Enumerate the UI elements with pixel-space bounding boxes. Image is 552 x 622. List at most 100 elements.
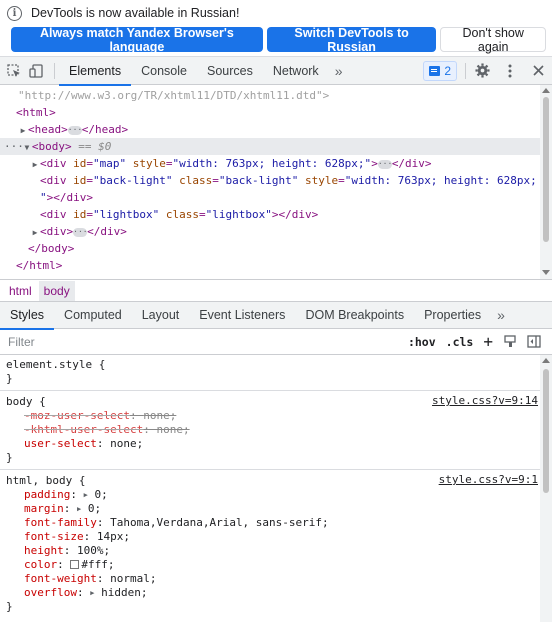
expand-shorthand-icon[interactable]: ▶ xyxy=(77,505,81,513)
rule-body: body { style.css?v=9:14 -moz-user-select… xyxy=(0,391,552,470)
rule-selector[interactable]: element.style { xyxy=(6,358,552,372)
dont-show-again-button[interactable]: Don't show again xyxy=(440,26,546,54)
sidebar-tabbar: Styles Computed Layout Event Listeners D… xyxy=(0,301,552,330)
attr-value: "map" xyxy=(93,157,127,170)
css-property[interactable]: height: 100%; xyxy=(6,544,552,558)
rule-source-link[interactable]: style.css?v=9:14 xyxy=(432,394,538,407)
prop-value: none; xyxy=(156,423,190,436)
attr-value: "width: 763px; height: 628px; xyxy=(344,174,537,187)
attr-value: "lightbox" xyxy=(93,208,160,221)
tree-div-line[interactable]: ▶ <div>···</div> xyxy=(0,223,552,240)
new-style-rule-button[interactable]: + xyxy=(478,332,498,351)
expand-shorthand-icon[interactable]: ▶ xyxy=(90,589,94,597)
body-tag: <body> xyxy=(31,140,72,153)
css-property[interactable]: font-family: Tahoma,Verdana,Arial, sans-… xyxy=(6,516,552,530)
attr-value: "back-light" xyxy=(218,174,299,187)
hover-state-toggle[interactable]: :hov xyxy=(403,335,441,349)
expand-triangle-icon[interactable]: ▶ xyxy=(30,156,40,173)
match-browser-language-button[interactable]: Always match Yandex Browser's language xyxy=(11,26,263,54)
rule-html-body: html, body { style.css?v=9:1 padding: ▶ … xyxy=(0,470,552,618)
prop-value: none; xyxy=(110,437,144,450)
filter-input[interactable]: Filter xyxy=(8,335,403,349)
dom-tree: "http://www.w3.org/TR/xhtml11/DTD/xhtml1… xyxy=(0,85,552,279)
tab-sources[interactable]: Sources xyxy=(197,57,263,85)
class-toggle[interactable]: .cls xyxy=(441,335,479,349)
css-property[interactable]: padding: ▶ 0; xyxy=(6,488,552,502)
styles-scrollbar[interactable] xyxy=(540,355,552,622)
tab-elements[interactable]: Elements xyxy=(59,57,132,86)
div-close-tag: </div> xyxy=(391,157,432,170)
tab-layout[interactable]: Layout xyxy=(132,301,190,329)
prop-value: 100%; xyxy=(77,544,111,557)
tab-console[interactable]: Console xyxy=(131,57,197,85)
tree-html-close-line[interactable]: </html> xyxy=(0,257,552,274)
main-toolbar: Elements Console Sources Network » 2 xyxy=(0,57,552,86)
doctype-text: "http://www.w3.org/TR/xhtml11/DTD/xhtml1… xyxy=(18,89,330,102)
tab-computed[interactable]: Computed xyxy=(54,301,132,329)
more-tabs-button[interactable]: » xyxy=(329,63,349,79)
tree-div-backlight-close[interactable]: "></div> xyxy=(0,189,552,206)
tab-styles[interactable]: Styles xyxy=(0,301,55,330)
tab-dom-breakpoints[interactable]: DOM Breakpoints xyxy=(295,301,414,329)
breadcrumb-html[interactable]: html xyxy=(4,281,37,301)
toolbar-divider xyxy=(465,62,466,79)
expand-triangle-icon[interactable]: ▶ xyxy=(18,122,28,139)
css-property[interactable]: overflow: ▶ hidden; xyxy=(6,586,552,600)
tree-doctype-line[interactable]: "http://www.w3.org/TR/xhtml11/DTD/xhtml1… xyxy=(0,87,552,104)
more-options-icon[interactable] xyxy=(496,57,524,85)
infobar-message: DevTools is now available in Russian! xyxy=(31,6,240,20)
css-property[interactable]: user-select: none; xyxy=(6,437,552,451)
collapse-triangle-icon[interactable]: ▼ xyxy=(22,139,32,156)
dom-tree-scrollbar[interactable] xyxy=(540,85,552,279)
color-swatch[interactable] xyxy=(70,560,80,569)
tree-html-line[interactable]: <html> xyxy=(0,104,552,121)
tree-div-backlight-line[interactable]: <div id="back-light" class="back-light" … xyxy=(0,172,552,189)
div-close-tag: </div> xyxy=(87,225,127,238)
head-close-tag: </head> xyxy=(81,123,129,136)
attr-value: "lightbox" xyxy=(205,208,272,221)
settings-gear-icon[interactable] xyxy=(468,57,496,85)
ellipsis-icon[interactable]: ··· xyxy=(73,227,88,237)
ellipsis-icon[interactable]: ··· xyxy=(377,159,392,169)
scrollbar-thumb[interactable] xyxy=(543,369,549,493)
expand-triangle-icon[interactable]: ▶ xyxy=(30,224,40,241)
tree-div-lightbox-line[interactable]: <div id="lightbox" class="lightbox"></di… xyxy=(0,206,552,223)
css-property[interactable]: color: #fff; xyxy=(6,558,552,572)
css-property[interactable]: font-weight: normal; xyxy=(6,572,552,586)
more-sidebar-tabs-button[interactable]: » xyxy=(491,307,511,323)
prop-value: hidden; xyxy=(101,586,148,599)
rule-element-style: element.style { } xyxy=(0,355,552,391)
device-toolbar-icon[interactable] xyxy=(22,57,50,85)
tab-event-listeners[interactable]: Event Listeners xyxy=(189,301,295,329)
ellipsis-icon[interactable]: ··· xyxy=(67,125,82,135)
toggle-sidebar-icon[interactable] xyxy=(522,330,546,354)
breadcrumb-body[interactable]: body xyxy=(38,280,75,301)
rule-close-brace: } xyxy=(6,372,13,385)
rule-source-link[interactable]: style.css?v=9:1 xyxy=(439,473,538,486)
rule-close-brace: } xyxy=(6,600,13,613)
style-rules-pane: element.style { } body { style.css?v=9:1… xyxy=(0,355,552,622)
css-property[interactable]: margin: ▶ 0; xyxy=(6,502,552,516)
attr-name: id xyxy=(73,157,87,170)
tree-body-line[interactable]: ···▼ <body> == $0 xyxy=(0,138,552,155)
attr-value: "back-light" xyxy=(93,174,173,187)
switch-to-russian-button[interactable]: Switch DevTools to Russian xyxy=(266,26,437,54)
paint-brush-icon[interactable] xyxy=(498,330,522,354)
css-property[interactable]: -moz-user-select: none; xyxy=(6,409,552,423)
prop-name: padding xyxy=(24,488,71,501)
tree-head-line[interactable]: ▶ <head>···</head> xyxy=(0,121,552,138)
tree-div-map-line[interactable]: ▶ <div id="map" style="width: 763px; heig… xyxy=(0,155,552,172)
css-property[interactable]: font-size: 14px; xyxy=(6,530,552,544)
scroll-down-icon[interactable] xyxy=(542,270,550,275)
issues-counter-button[interactable]: 2 xyxy=(423,60,457,81)
scrollbar-thumb[interactable] xyxy=(543,97,549,242)
expand-shorthand-icon[interactable]: ▶ xyxy=(84,491,88,499)
prop-name: height xyxy=(24,544,64,557)
scroll-up-icon[interactable] xyxy=(542,88,550,93)
tree-body-close-line[interactable]: </body> xyxy=(0,240,552,257)
tab-properties[interactable]: Properties xyxy=(414,301,491,329)
css-property[interactable]: -khtml-user-select: none; xyxy=(6,423,552,437)
close-icon[interactable] xyxy=(524,57,552,85)
scroll-up-icon[interactable] xyxy=(542,358,550,363)
tab-network[interactable]: Network xyxy=(263,57,329,85)
